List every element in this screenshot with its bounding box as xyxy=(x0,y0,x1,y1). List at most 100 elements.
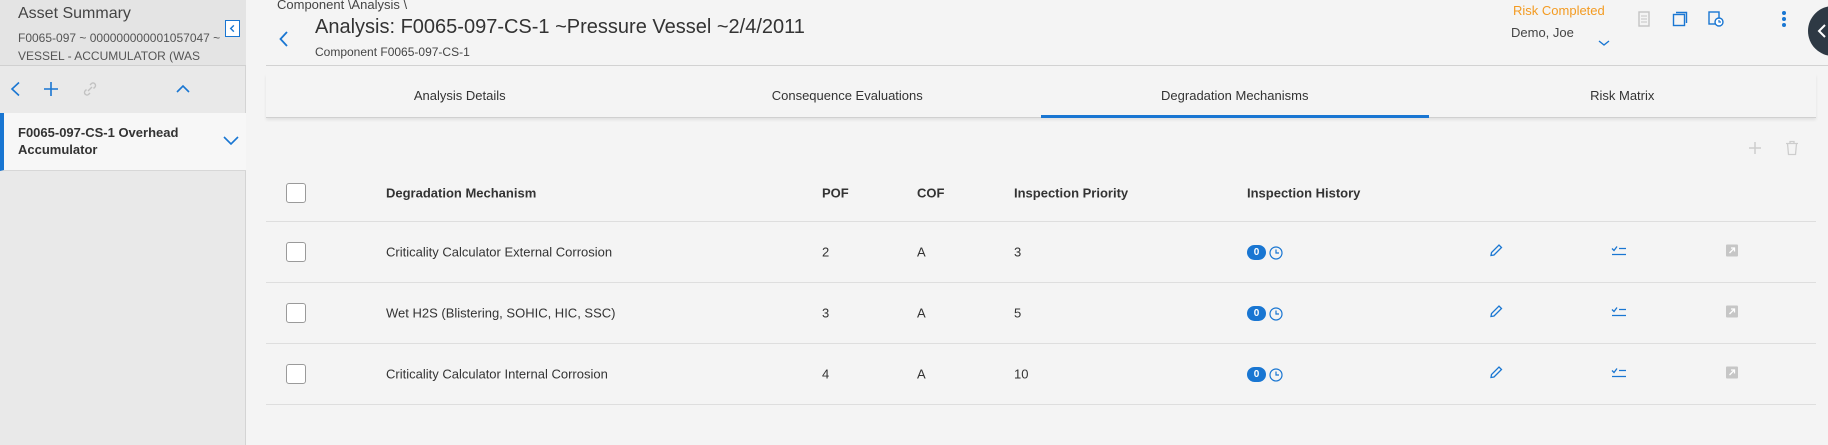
tab-consequence-evaluations[interactable]: Consequence Evaluations xyxy=(654,74,1042,117)
document-icon xyxy=(1638,11,1650,27)
left-panel: Asset Summary F0065-097 ~ 00000000000105… xyxy=(0,0,246,445)
open-details-button[interactable] xyxy=(1725,366,1739,383)
chevron-up-icon xyxy=(176,84,190,93)
asset-summary-title: Asset Summary xyxy=(18,5,131,22)
column-header-priority[interactable]: Inspection Priority xyxy=(1014,185,1128,200)
add-mechanism-button[interactable] xyxy=(1745,138,1765,158)
add-button[interactable] xyxy=(40,78,62,100)
open-external-icon xyxy=(1726,244,1738,257)
priority-cell: 10 xyxy=(1014,366,1029,382)
pencil-icon xyxy=(1490,244,1503,257)
column-header-history[interactable]: Inspection History xyxy=(1247,185,1360,200)
chevron-left-icon xyxy=(279,31,288,47)
chevron-down-icon xyxy=(223,136,239,146)
tree-item-label: F0065-097-CS-1 Overhead Accumulator xyxy=(18,125,179,157)
expand-tree-item-button[interactable] xyxy=(222,133,240,151)
edit-button[interactable] xyxy=(1488,243,1504,262)
user-name: Demo, Joe xyxy=(1511,25,1574,40)
tab-bar: Analysis Details Consequence Evaluations… xyxy=(266,74,1816,118)
open-external-icon xyxy=(1726,305,1738,318)
column-header-pof[interactable]: POF xyxy=(822,185,849,200)
pof-cell: 3 xyxy=(822,305,830,321)
recommendations-button[interactable] xyxy=(1611,244,1627,261)
cof-cell: A xyxy=(917,305,926,321)
link-button[interactable] xyxy=(79,78,101,100)
recommendations-button[interactable] xyxy=(1611,305,1627,322)
checklist-icon xyxy=(1611,307,1626,317)
copy-icon xyxy=(1672,11,1688,27)
row-checkbox[interactable] xyxy=(286,303,306,323)
chevron-left-icon xyxy=(10,81,20,97)
checklist-icon xyxy=(1611,246,1626,256)
trash-icon xyxy=(1786,140,1798,156)
tab-degradation-mechanisms[interactable]: Degradation Mechanisms xyxy=(1041,74,1429,118)
priority-cell: 3 xyxy=(1014,244,1022,260)
tab-risk-matrix[interactable]: Risk Matrix xyxy=(1429,74,1817,117)
left-toolbar xyxy=(0,70,246,110)
history-count-badge: 0 xyxy=(1247,245,1266,261)
inspection-history-cell[interactable]: 0 xyxy=(1247,366,1283,383)
open-details-button[interactable] xyxy=(1725,305,1739,322)
cof-cell: A xyxy=(917,366,926,382)
history-count-badge: 0 xyxy=(1247,367,1266,383)
asset-summary-subtitle: F0065-097 ~ 000000000001057047 ~ VESSEL … xyxy=(18,31,221,63)
mechanism-cell: Wet H2S (Blistering, SOHIC, HIC, SSC) xyxy=(386,305,616,321)
page-title: Analysis: F0065-097-CS-1 ~Pressure Vesse… xyxy=(315,16,805,38)
inspection-history-cell[interactable]: 0 xyxy=(1247,244,1283,261)
back-nav-button[interactable] xyxy=(5,78,27,100)
table-row[interactable]: Criticality Calculator Internal Corrosio… xyxy=(266,344,1816,405)
chevron-left-icon xyxy=(229,24,235,33)
row-checkbox[interactable] xyxy=(286,364,306,384)
pencil-icon xyxy=(1490,305,1503,318)
open-external-icon xyxy=(1726,366,1738,379)
clock-icon[interactable] xyxy=(1269,245,1283,260)
history-count-badge: 0 xyxy=(1247,306,1266,322)
plus-icon xyxy=(44,82,58,96)
clock-icon[interactable] xyxy=(1269,306,1283,321)
table-row[interactable]: Criticality Calculator External Corrosio… xyxy=(266,222,1816,283)
priority-cell: 5 xyxy=(1014,305,1022,321)
inspection-history-cell[interactable]: 0 xyxy=(1247,305,1283,322)
edit-button[interactable] xyxy=(1488,304,1504,323)
column-header-mechanism[interactable]: Degradation Mechanism xyxy=(386,185,536,200)
delete-mechanism-button[interactable] xyxy=(1782,138,1802,158)
recalculate-icon xyxy=(1708,11,1724,27)
plus-icon xyxy=(1749,142,1761,154)
recommendations-button[interactable] xyxy=(1611,366,1627,383)
copy-button[interactable] xyxy=(1669,8,1691,30)
table-header-row: Degradation Mechanism POF COF Inspection… xyxy=(266,164,1816,222)
pof-cell: 4 xyxy=(822,366,830,382)
clock-icon[interactable] xyxy=(1269,367,1283,382)
select-all-checkbox[interactable] xyxy=(286,182,306,203)
cof-cell: A xyxy=(917,244,926,260)
asset-summary-header: Asset Summary F0065-097 ~ 00000000000105… xyxy=(0,0,246,66)
more-options-button[interactable] xyxy=(1773,8,1795,30)
mechanism-cell: Criticality Calculator Internal Corrosio… xyxy=(386,366,608,382)
navigation-fab[interactable] xyxy=(1808,6,1828,56)
pencil-icon xyxy=(1490,366,1503,379)
delete-header-button[interactable] xyxy=(1633,8,1655,30)
row-checkbox[interactable] xyxy=(286,242,306,262)
arrow-left-icon xyxy=(1817,24,1826,38)
table-row[interactable]: Wet H2S (Blistering, SOHIC, HIC, SSC) 3 … xyxy=(266,283,1816,344)
chevron-down-icon xyxy=(1598,34,1610,52)
page-subtitle: Component F0065-097-CS-1 xyxy=(315,45,470,59)
pof-cell: 2 xyxy=(822,244,830,260)
link-icon xyxy=(83,82,97,96)
header-divider xyxy=(266,65,1828,66)
tree-item-overhead-accumulator[interactable]: F0065-097-CS-1 Overhead Accumulator xyxy=(0,113,246,171)
degradation-mechanisms-table: Degradation Mechanism POF COF Inspection… xyxy=(266,164,1816,405)
more-vertical-icon xyxy=(1782,11,1786,27)
open-details-button[interactable] xyxy=(1725,244,1739,261)
column-header-cof[interactable]: COF xyxy=(917,185,944,200)
tab-analysis-details[interactable]: Analysis Details xyxy=(266,74,654,117)
collapse-up-button[interactable] xyxy=(172,78,194,100)
risk-status-label: Risk Completed xyxy=(1513,3,1605,18)
recalculate-button[interactable] xyxy=(1705,8,1727,30)
edit-button[interactable] xyxy=(1488,365,1504,384)
checklist-icon xyxy=(1611,368,1626,378)
breadcrumb[interactable]: Component \Analysis \ xyxy=(277,0,407,12)
back-button[interactable] xyxy=(278,30,290,53)
mechanism-cell: Criticality Calculator External Corrosio… xyxy=(386,244,613,260)
collapse-panel-button[interactable] xyxy=(225,20,240,37)
